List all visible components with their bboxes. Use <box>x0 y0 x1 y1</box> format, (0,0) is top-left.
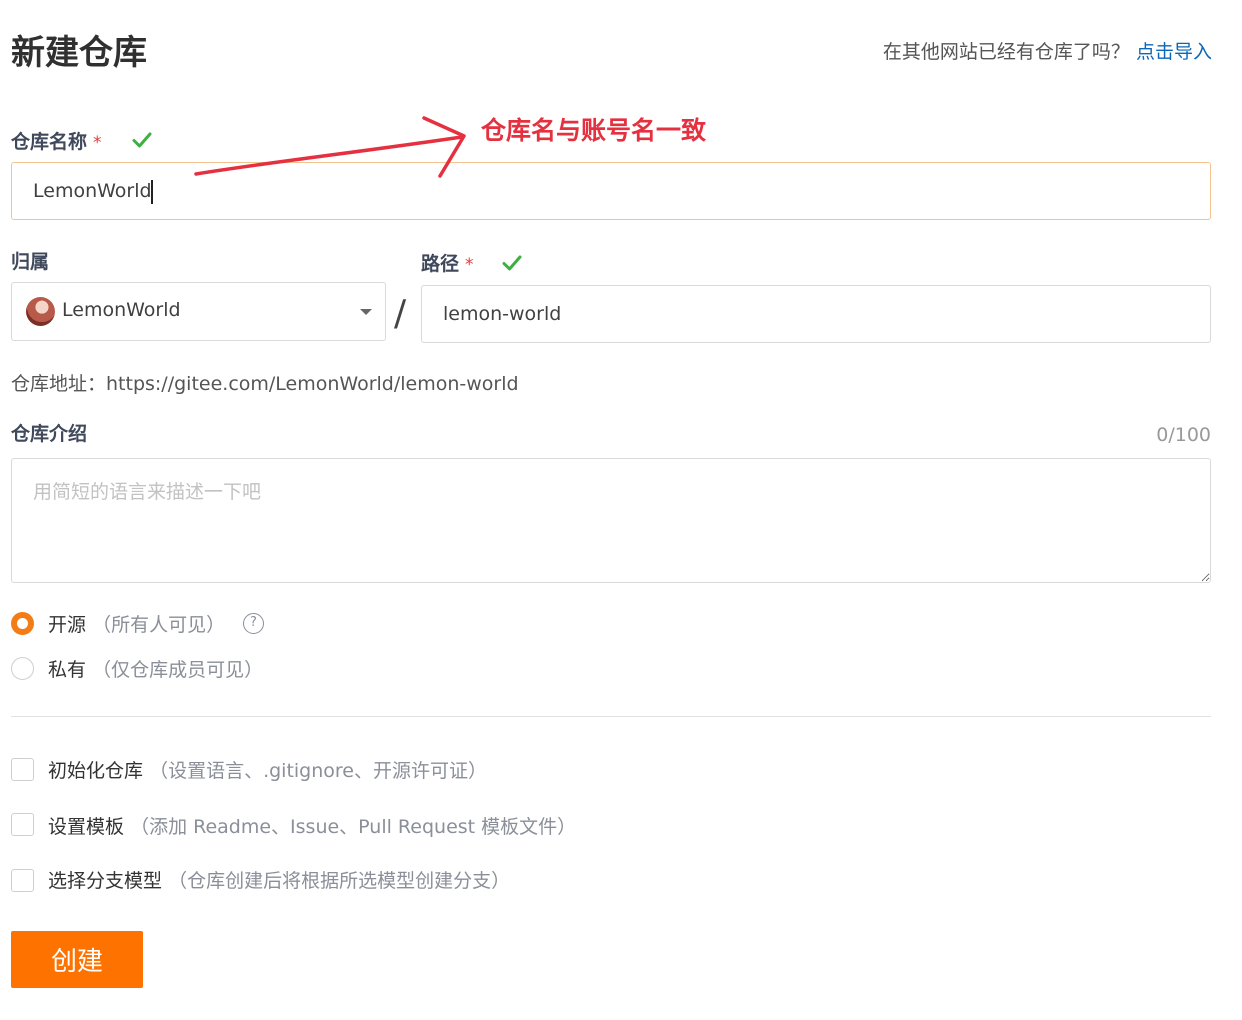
private-label-text: 私有 <box>48 659 87 681</box>
page-title: 新建仓库 <box>11 33 147 73</box>
required-mark: * <box>465 255 474 275</box>
path-label: 路径 * <box>421 250 474 279</box>
option-note: （添加 Readme、Issue、Pull Request 模板文件） <box>130 816 577 838</box>
option-label: 初始化仓库 <box>48 760 144 782</box>
template-checkbox[interactable] <box>11 813 34 836</box>
init-repo-checkbox[interactable] <box>11 758 34 781</box>
repo-url: 仓库地址：https://gitee.com/LemonWorld/lemon-… <box>11 373 519 395</box>
branch-model-checkbox[interactable] <box>11 869 34 892</box>
path-separator: / <box>394 293 407 334</box>
visibility-private-radio[interactable] <box>11 657 34 680</box>
path-input[interactable] <box>421 285 1211 343</box>
option-note: （设置语言、.gitignore、开源许可证） <box>149 760 487 782</box>
init-repo-option[interactable]: 初始化仓库 （设置语言、.gitignore、开源许可证） <box>48 757 487 785</box>
import-hint-text: 在其他网站已经有仓库了吗？ <box>882 41 1130 63</box>
required-mark: * <box>93 133 102 153</box>
owner-name: LemonWorld <box>62 299 181 321</box>
annotation-text: 仓库名与账号名一致 <box>481 116 707 145</box>
template-option[interactable]: 设置模板 （添加 Readme、Issue、Pull Request 模板文件） <box>48 813 576 841</box>
valid-check-icon <box>502 255 522 271</box>
import-link[interactable]: 点击导入 <box>1136 41 1212 63</box>
visibility-public-radio[interactable] <box>11 612 34 635</box>
repo-name-label: 仓库名称 * <box>11 128 102 157</box>
divider <box>11 716 1211 717</box>
description-counter: 0/100 <box>1156 424 1211 446</box>
create-button[interactable]: 创建 <box>11 931 143 988</box>
owner-select[interactable]: LemonWorld <box>11 282 386 341</box>
visibility-public-label[interactable]: 开源 （所有人可见） <box>48 611 225 639</box>
private-note: （仅仓库成员可见） <box>92 659 264 681</box>
avatar <box>26 297 55 326</box>
public-label-text: 开源 <box>48 614 87 636</box>
valid-check-icon <box>132 132 152 148</box>
help-icon[interactable]: ? <box>243 613 264 634</box>
text-caret <box>151 180 153 204</box>
repo-name-label-text: 仓库名称 <box>11 131 88 153</box>
public-note: （所有人可见） <box>92 614 226 636</box>
owner-label: 归属 <box>11 251 50 273</box>
option-label: 设置模板 <box>48 816 125 838</box>
annotation-arrow-icon <box>194 116 466 178</box>
chevron-down-icon <box>360 309 372 315</box>
branch-model-option[interactable]: 选择分支模型 （仓库创建后将根据所选模型创建分支） <box>48 867 510 895</box>
option-note: （仓库创建后将根据所选模型创建分支） <box>168 870 511 892</box>
path-label-text: 路径 <box>421 253 460 275</box>
description-textarea[interactable] <box>11 458 1211 583</box>
description-label: 仓库介绍 <box>11 423 88 445</box>
visibility-private-label[interactable]: 私有 （仅仓库成员可见） <box>48 656 263 684</box>
option-label: 选择分支模型 <box>48 870 163 892</box>
import-hint: 在其他网站已经有仓库了吗？ 点击导入 <box>760 38 1212 66</box>
